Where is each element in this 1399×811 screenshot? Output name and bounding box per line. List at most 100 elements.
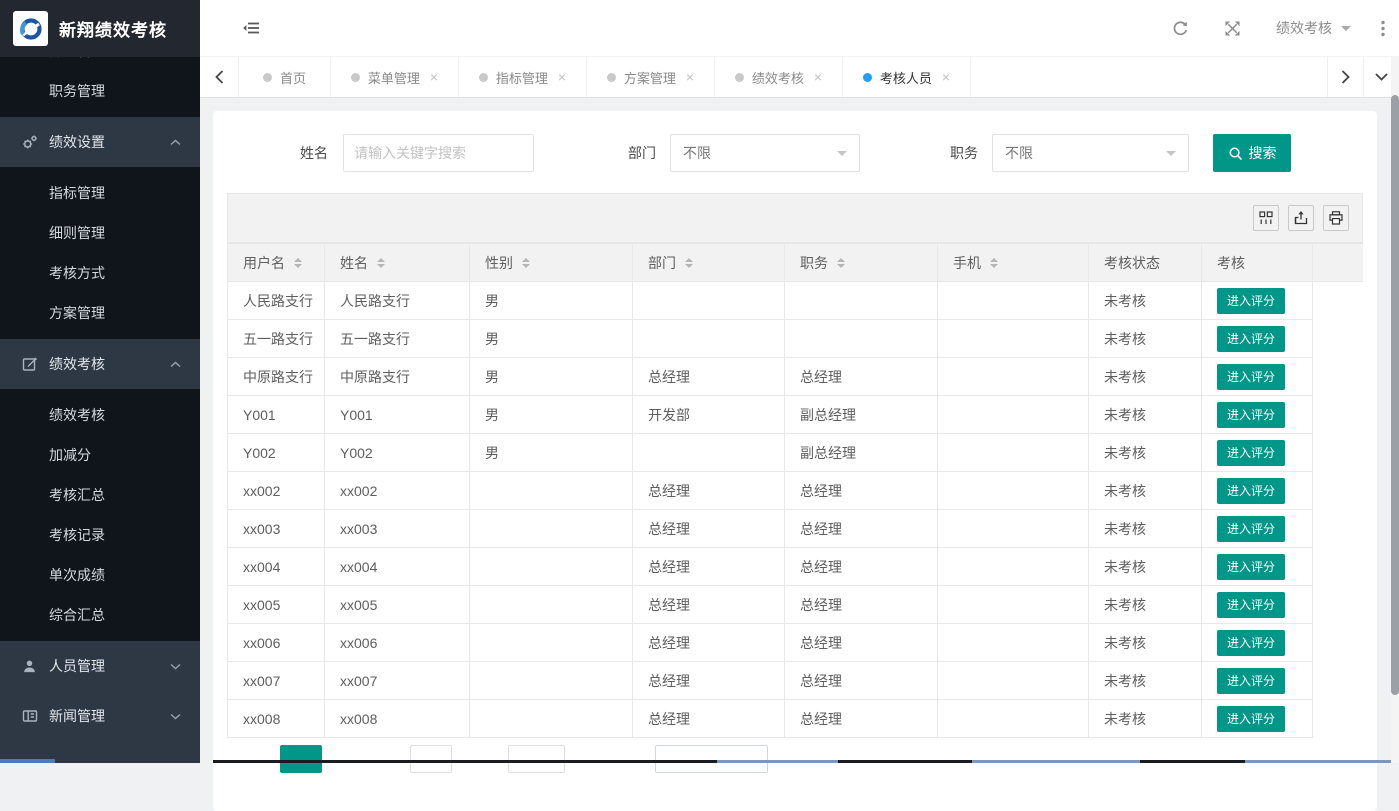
enter-score-button[interactable]: 进入评分	[1217, 440, 1285, 466]
cell-phone	[938, 510, 1089, 548]
column-header-name[interactable]: 姓名	[325, 244, 470, 282]
enter-score-button[interactable]: 进入评分	[1217, 364, 1285, 390]
cell-job	[785, 282, 938, 320]
tab-dot	[351, 73, 360, 82]
content-area: 姓名 部门 不限 职务 不限 搜索	[200, 98, 1399, 763]
cell-name: xx007	[325, 662, 470, 700]
cell-username: xx002	[228, 472, 325, 510]
enter-score-button[interactable]: 进入评分	[1217, 630, 1285, 656]
column-label: 性别	[485, 253, 513, 273]
name-search-input[interactable]	[343, 134, 534, 172]
cell-assess: 进入评分	[1202, 358, 1313, 396]
sidebar-item-perf-assess[interactable]: 绩效考核	[0, 395, 200, 435]
tab-assess-personnel[interactable]: 考核人员 ×	[843, 57, 971, 97]
sort-icon[interactable]	[990, 258, 998, 268]
tab-close-icon[interactable]: ×	[942, 70, 950, 84]
sidebar-item-add-subtract[interactable]: 加减分	[0, 435, 200, 475]
fullscreen-icon[interactable]	[1225, 21, 1240, 36]
cell-username: xx005	[228, 586, 325, 624]
enter-score-button[interactable]: 进入评分	[1217, 592, 1285, 618]
sidebar-section-perf-settings[interactable]: 绩效设置	[0, 117, 200, 167]
column-header-username[interactable]: 用户名	[228, 244, 325, 282]
cell-sex	[470, 662, 633, 700]
column-header-phone[interactable]: 手机	[938, 244, 1089, 282]
column-header-dept[interactable]: 部门	[633, 244, 785, 282]
tab-menu-mgmt[interactable]: 菜单管理 ×	[331, 57, 459, 97]
sidebar-item-job-mgmt[interactable]: 职务管理	[0, 71, 200, 111]
column-header-sex[interactable]: 性别	[470, 244, 633, 282]
tab-close-icon[interactable]: ×	[686, 70, 694, 84]
cell-assess: 进入评分	[1202, 624, 1313, 662]
user-menu-dropdown[interactable]: 绩效考核	[1276, 18, 1351, 38]
cell-job: 副总经理	[785, 434, 938, 472]
tab-bar: 首页 菜单管理 × 指标管理 × 方案管理 × 绩效考核 × 考核人员 ×	[200, 57, 1399, 98]
sidebar-item-overall-summary[interactable]: 综合汇总	[0, 595, 200, 635]
tabs-scroll-right-button[interactable]	[1327, 57, 1363, 97]
search-button[interactable]: 搜索	[1213, 134, 1291, 172]
tab-indicator-mgmt[interactable]: 指标管理 ×	[459, 57, 587, 97]
tab-home[interactable]: 首页	[239, 57, 331, 97]
sidebar-item-single-score[interactable]: 单次成绩	[0, 555, 200, 595]
page-button[interactable]	[508, 745, 565, 773]
tab-close-icon[interactable]: ×	[558, 70, 566, 84]
enter-score-button[interactable]: 进入评分	[1217, 402, 1285, 428]
cell-job: 总经理	[785, 472, 938, 510]
cell-username: xx008	[228, 700, 325, 738]
sidebar-item-plan-mgmt[interactable]: 方案管理	[0, 293, 200, 333]
sort-icon[interactable]	[522, 258, 530, 268]
enter-score-button[interactable]: 进入评分	[1217, 668, 1285, 694]
tab-close-icon[interactable]: ×	[430, 70, 438, 84]
table-toolbar	[227, 193, 1363, 243]
sort-icon[interactable]	[377, 258, 385, 268]
tab-close-icon[interactable]: ×	[814, 70, 822, 84]
job-select[interactable]: 不限	[992, 134, 1189, 172]
tabs-scroll-left-button[interactable]	[200, 57, 239, 97]
enter-score-button[interactable]: 进入评分	[1217, 554, 1285, 580]
sort-icon[interactable]	[837, 258, 845, 268]
enter-score-button[interactable]: 进入评分	[1217, 516, 1285, 542]
cell-username: Y002	[228, 434, 325, 472]
column-header-empty	[1313, 244, 1364, 282]
columns-filter-icon[interactable]	[1253, 205, 1279, 231]
sidebar-item-rule-mgmt[interactable]: 细则管理	[0, 213, 200, 253]
sidebar-section-personnel[interactable]: 人员管理	[0, 641, 200, 691]
page-button-current[interactable]	[280, 745, 322, 773]
sort-icon[interactable]	[294, 258, 302, 268]
cell-phone	[938, 434, 1089, 472]
cell-job: 总经理	[785, 662, 938, 700]
sidebar-section-news[interactable]: 新闻管理	[0, 691, 200, 741]
cell-job: 副总经理	[785, 396, 938, 434]
sidebar-item-assess-method[interactable]: 考核方式	[0, 253, 200, 293]
cell-assess: 进入评分	[1202, 282, 1313, 320]
enter-score-button[interactable]: 进入评分	[1217, 478, 1285, 504]
print-icon[interactable]	[1323, 205, 1349, 231]
more-vertical-icon[interactable]	[1381, 20, 1385, 37]
enter-score-button[interactable]: 进入评分	[1217, 326, 1285, 352]
sort-icon[interactable]	[685, 258, 693, 268]
enter-score-button[interactable]: 进入评分	[1217, 288, 1285, 314]
sidebar-item-indicator-mgmt[interactable]: 指标管理	[0, 173, 200, 213]
cell-sex: 男	[470, 434, 633, 472]
collapse-menu-icon[interactable]	[243, 20, 260, 36]
sidebar-item-assess-summary[interactable]: 考核汇总	[0, 475, 200, 515]
tab-plan-mgmt[interactable]: 方案管理 ×	[587, 57, 715, 97]
cell-name: xx004	[325, 548, 470, 586]
sidebar-section-perf-assess[interactable]: 绩效考核	[0, 339, 200, 389]
page-button[interactable]	[410, 745, 452, 773]
cell-status: 未考核	[1089, 624, 1202, 662]
export-icon[interactable]	[1288, 205, 1314, 231]
cell-status: 未考核	[1089, 662, 1202, 700]
table-row: 中原路支行中原路支行男总经理总经理未考核进入评分	[228, 358, 1364, 396]
cell-phone	[938, 624, 1089, 662]
news-icon	[21, 708, 38, 725]
cell-empty	[1313, 662, 1364, 700]
scrollbar-thumb[interactable]	[1391, 95, 1399, 695]
page-size-select[interactable]	[655, 745, 768, 773]
column-header-job[interactable]: 职务	[785, 244, 938, 282]
sidebar-item-assess-record[interactable]: 考核记录	[0, 515, 200, 555]
table-row: 五一路支行五一路支行男未考核进入评分	[228, 320, 1364, 358]
tab-perf-assess[interactable]: 绩效考核 ×	[715, 57, 843, 97]
dept-select[interactable]: 不限	[670, 134, 860, 172]
enter-score-button[interactable]: 进入评分	[1217, 706, 1285, 732]
refresh-icon[interactable]	[1172, 20, 1189, 37]
